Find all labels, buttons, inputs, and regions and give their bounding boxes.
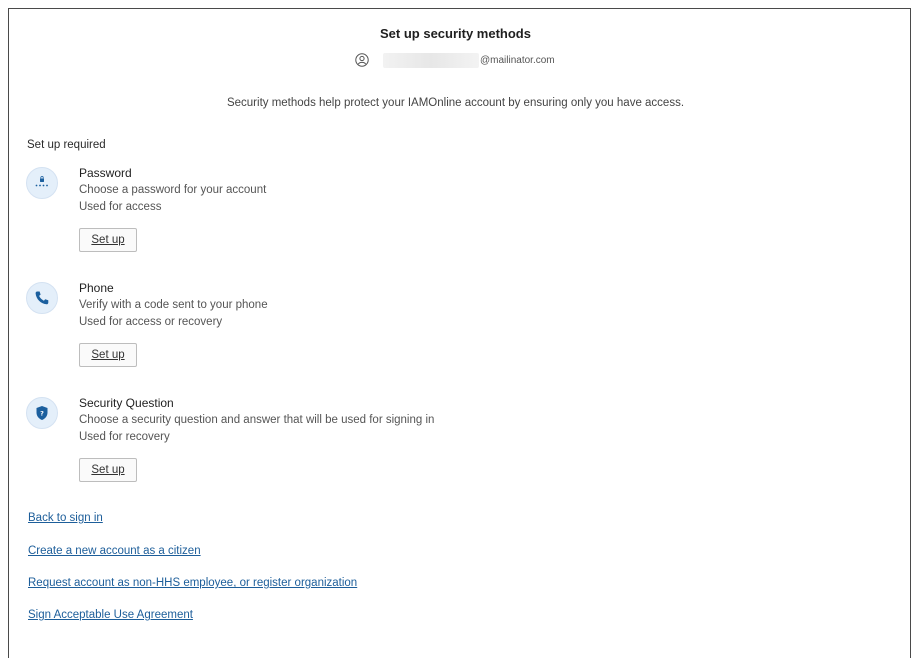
method-usage: Used for recovery xyxy=(79,431,170,443)
section-label: Set up required xyxy=(27,139,106,151)
email-domain: @mailinator.com xyxy=(480,54,555,66)
method-description: Choose a password for your account xyxy=(79,184,267,196)
sign-use-agreement-link[interactable]: Sign Acceptable Use Agreement xyxy=(28,609,193,621)
user-icon xyxy=(355,53,369,67)
method-name: Security Question xyxy=(79,396,174,410)
setup-security-question-button[interactable]: Set up xyxy=(79,458,137,482)
method-description: Choose a security question and answer th… xyxy=(79,414,435,426)
method-name: Password xyxy=(79,166,132,180)
setup-password-button[interactable]: Set up xyxy=(79,228,137,252)
page-title: Set up security methods xyxy=(380,26,531,41)
method-usage: Used for access or recovery xyxy=(79,316,223,328)
phone-icon xyxy=(26,282,58,314)
back-to-sign-in-link[interactable]: Back to sign in xyxy=(28,512,103,524)
shield-question-icon: ? xyxy=(26,397,58,429)
method-usage: Used for access xyxy=(79,201,162,213)
create-citizen-account-link[interactable]: Create a new account as a citizen xyxy=(28,545,201,557)
method-name: Phone xyxy=(79,281,114,295)
user-identifier: @mailinator.com xyxy=(355,52,555,68)
setup-phone-button[interactable]: Set up xyxy=(79,343,137,367)
security-description: Security methods help protect your IAMOn… xyxy=(226,97,685,109)
password-lock-icon xyxy=(26,167,58,199)
request-account-link[interactable]: Request account as non-HHS employee, or … xyxy=(28,577,357,589)
redacted-username xyxy=(383,52,479,68)
svg-text:?: ? xyxy=(40,410,44,418)
method-description: Verify with a code sent to your phone xyxy=(79,299,268,311)
